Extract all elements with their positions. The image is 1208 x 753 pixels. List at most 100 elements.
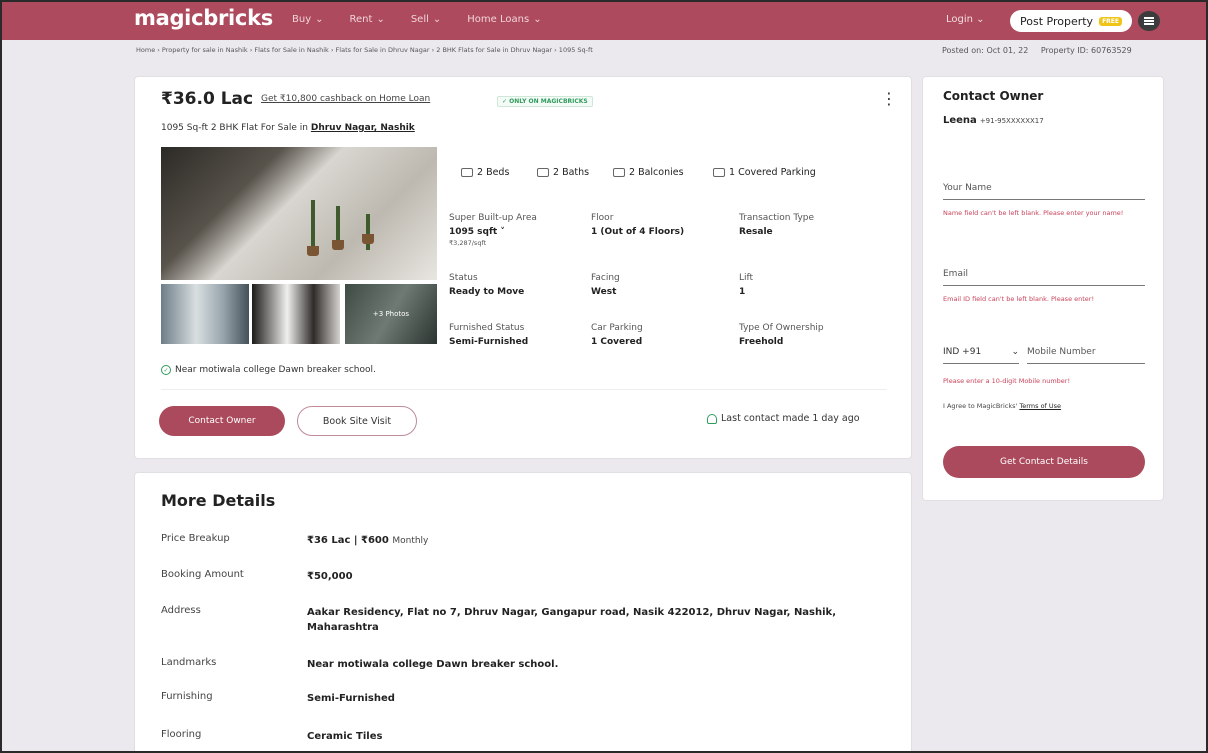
- spec-value: Semi-Furnished: [449, 337, 529, 347]
- detail-key: Price Breakup: [161, 533, 230, 544]
- amenity-label: 1 Covered Parking: [729, 167, 816, 178]
- detail-value: ₹50,000: [307, 571, 353, 582]
- photo-detail: [366, 214, 370, 250]
- detail-value: ₹36 Lac | ₹600 Monthly: [307, 533, 887, 549]
- spec-ownership: Type Of Ownership Freehold: [739, 323, 824, 347]
- nav-buy-label: Buy: [292, 14, 312, 25]
- detail-key: Booking Amount: [161, 569, 244, 580]
- more-photos-label: +3 Photos: [372, 310, 410, 318]
- email-input[interactable]: Email: [943, 269, 1145, 286]
- balcony-icon: [613, 168, 625, 177]
- free-badge: FREE: [1099, 16, 1122, 26]
- more-details-card: More Details Price Breakup ₹36 Lac | ₹60…: [134, 472, 912, 751]
- nav-sell-label: Sell: [410, 14, 429, 25]
- photo-detail: [307, 246, 319, 256]
- detail-value: Aakar Residency, Flat no 7, Dhruv Nagar,…: [307, 607, 837, 633]
- spec-furnished-status: Furnished Status Semi-Furnished: [449, 323, 528, 347]
- terms-of-use-link[interactable]: Terms of Use: [1019, 402, 1061, 410]
- nav-rent-label: Rent: [349, 14, 373, 25]
- nav-sell[interactable]: Sell ⌄: [411, 14, 441, 25]
- listing-card: ₹36.0 Lac Get ₹10,800 cashback on Home L…: [134, 76, 912, 459]
- spec-floor: Floor 1 (Out of 4 Floors): [591, 213, 684, 237]
- hamburger-menu-button[interactable]: [1138, 11, 1160, 31]
- spec-lift: Lift 1: [739, 273, 753, 297]
- spec-label: Floor: [591, 213, 614, 223]
- detail-value: Near motiwala college Dawn breaker schoo…: [307, 659, 559, 670]
- nav-rent[interactable]: Rent ⌄: [350, 14, 385, 25]
- spec-value[interactable]: 1095 sqft ˅: [449, 227, 537, 237]
- post-property-button[interactable]: Post Property FREE: [1010, 10, 1132, 32]
- post-property-label: Post Property: [1020, 14, 1094, 28]
- login-menu[interactable]: Login ⌄: [946, 14, 985, 25]
- detail-key: Flooring: [161, 729, 202, 740]
- top-nav: magicbricks Buy ⌄ Rent ⌄ Sell ⌄ Home Loans ⌄…: [2, 2, 1206, 40]
- amenity-balconies: 2 Balconies: [613, 167, 684, 178]
- amenity-label: 2 Balconies: [629, 167, 684, 178]
- landmark-note-text: Near motiwala college Dawn breaker schoo…: [175, 365, 376, 375]
- nav-home-loans-label: Home Loans: [467, 14, 530, 25]
- chevron-down-icon: ⌄: [376, 14, 385, 25]
- landmark-note: ✓ Near motiwala college Dawn breaker sch…: [161, 365, 376, 375]
- name-error: Name field can't be left blank. Please e…: [943, 209, 1124, 217]
- spec-facing: Facing West: [591, 273, 620, 297]
- name-input[interactable]: Your Name: [943, 183, 1145, 200]
- amenity-label: 2 Beds: [477, 167, 510, 178]
- detail-value: Semi-Furnished: [307, 693, 395, 704]
- spec-value: Ready to Move: [449, 287, 525, 297]
- page-frame: — — — magicbricks Buy⌄ Rent⌄ Sell⌄ Home …: [0, 0, 1208, 753]
- login-label: Login: [946, 14, 973, 25]
- photo-detail: [332, 240, 344, 250]
- spec-label: Status: [449, 273, 478, 283]
- mobile-number-input[interactable]: Mobile Number: [1027, 347, 1145, 364]
- nav-home-loans[interactable]: Home Loans ⌄: [467, 14, 541, 25]
- detail-row-flooring: Flooring Ceramic Tiles: [161, 729, 887, 744]
- spec-transaction-type: Transaction Type Resale: [739, 213, 814, 237]
- amenity-parking: 1 Covered Parking: [713, 167, 816, 178]
- spec-label: Type Of Ownership: [739, 323, 824, 333]
- spec-value: West: [591, 287, 617, 297]
- country-code-value: IND +91: [943, 347, 982, 357]
- spec-label: Facing: [591, 273, 620, 283]
- spec-value: Freehold: [739, 337, 784, 347]
- listing-price: ₹36.0 Lac: [161, 89, 254, 109]
- detail-row-landmarks: Landmarks Near motiwala college Dawn bre…: [161, 657, 887, 672]
- detail-value-text: ₹36 Lac | ₹600: [307, 535, 389, 546]
- magicbricks-logo[interactable]: magicbricks: [134, 6, 273, 30]
- location-link[interactable]: Dhruv Nagar, Nashik: [311, 123, 415, 133]
- property-id: Property ID: 60763529: [1040, 46, 1132, 55]
- get-contact-details-button[interactable]: Get Contact Details: [943, 446, 1145, 478]
- spec-value: 1 Covered: [591, 337, 643, 347]
- contact-owner-title: Contact Owner: [943, 89, 1044, 103]
- photo-thumbnail[interactable]: [252, 284, 340, 344]
- chevron-down-icon: ⌄: [1011, 347, 1019, 357]
- more-photos-thumbnail[interactable]: +3 Photos: [345, 284, 437, 344]
- more-options-icon[interactable]: ⋮: [881, 91, 897, 107]
- owner-info: Leena +91-95XXXXXX17: [943, 115, 1044, 126]
- main-photo[interactable]: [161, 147, 437, 280]
- spec-value: 1 (Out of 4 Floors): [591, 227, 685, 237]
- spec-label: Furnished Status: [449, 323, 525, 333]
- chevron-down-icon: ⌄: [533, 14, 542, 25]
- amenity-baths: 2 Baths: [537, 167, 589, 178]
- detail-row-furnishing: Furnishing Semi-Furnished: [161, 691, 887, 706]
- contact-owner-button[interactable]: Contact Owner: [159, 406, 285, 436]
- chevron-down-icon: ⌄: [315, 14, 324, 25]
- amenity-label: 2 Baths: [553, 167, 590, 178]
- spec-status: Status Ready to Move: [449, 273, 524, 297]
- email-error: Email ID field can't be left blank. Plea…: [943, 295, 1095, 303]
- cashback-link[interactable]: Get ₹10,800 cashback on Home Loan: [261, 94, 430, 104]
- detail-key: Landmarks: [161, 657, 217, 668]
- user-icon: [707, 413, 717, 424]
- nav-buy[interactable]: Buy ⌄: [292, 14, 324, 25]
- posted-on: Posted on: Oct 01, 22: [942, 46, 1029, 55]
- spec-car-parking: Car Parking 1 Covered: [591, 323, 643, 347]
- breadcrumb[interactable]: Home › Property for sale in Nashik › Fla…: [136, 46, 593, 54]
- listing-meta: Posted on: Oct 01, 22 Property ID: 60763…: [942, 46, 1142, 55]
- spec-label: Lift: [739, 273, 754, 283]
- photo-detail: [311, 200, 315, 250]
- book-site-visit-button[interactable]: Book Site Visit: [297, 406, 417, 436]
- country-code-select[interactable]: IND +91 ⌄: [943, 347, 1019, 364]
- hamburger-icon: [1144, 20, 1154, 22]
- contact-owner-card: Contact Owner Leena +91-95XXXXXX17 Your N…: [922, 76, 1164, 501]
- photo-thumbnail[interactable]: [161, 284, 249, 344]
